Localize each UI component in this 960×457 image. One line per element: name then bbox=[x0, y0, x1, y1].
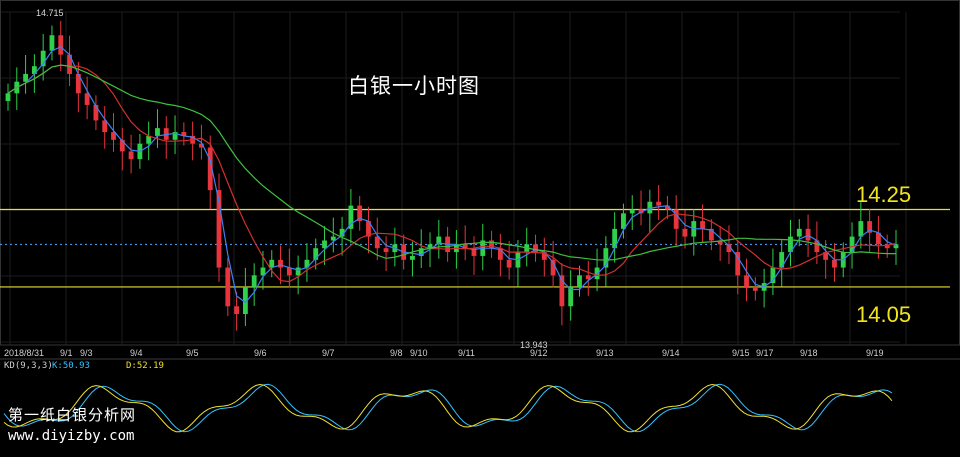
candle-body bbox=[251, 275, 257, 287]
candle-body bbox=[84, 93, 90, 105]
chart-stage: 2018/8/31 9/1 9/3 9/4 9/5 9/6 9/7 9/8 9/10 9/11 9/… bbox=[0, 0, 960, 457]
kd-d-line bbox=[3, 383, 893, 433]
x-tick-label: 9/8 bbox=[390, 348, 403, 358]
x-tick-label: 9/15 bbox=[732, 348, 750, 358]
candle-body bbox=[155, 128, 160, 136]
candle-body bbox=[858, 221, 864, 237]
candle-body bbox=[295, 267, 301, 276]
x-tick-label: 9/19 bbox=[866, 348, 884, 358]
candle-body bbox=[796, 228, 802, 237]
candle-body bbox=[49, 35, 55, 51]
x-tick-label: 9/18 bbox=[800, 348, 818, 358]
candle-body bbox=[752, 286, 758, 291]
x-tick-label: 9/5 bbox=[186, 348, 199, 358]
kd-d-value: D:52.19 bbox=[126, 361, 164, 371]
x-tick-label: 9/4 bbox=[130, 348, 143, 358]
candle-body bbox=[234, 306, 240, 315]
x-tick-label: 9/13 bbox=[596, 348, 614, 358]
candle-body bbox=[58, 35, 64, 55]
x-tick-label: 2018/8/31 bbox=[4, 348, 44, 358]
plot-border bbox=[0, 0, 960, 346]
kd-indicator-name: KD(9,3,3) bbox=[4, 361, 53, 371]
x-tick-label: 9/10 bbox=[410, 348, 428, 358]
candle-body bbox=[269, 259, 275, 268]
kd-k-line bbox=[3, 383, 893, 433]
candle-body bbox=[700, 221, 705, 229]
candle-body bbox=[286, 267, 292, 276]
candle-body bbox=[225, 267, 231, 307]
support-label: 14.05 bbox=[856, 302, 912, 327]
x-tick-label: 9/7 bbox=[322, 348, 335, 358]
candle-body bbox=[506, 259, 512, 268]
candle-body bbox=[322, 240, 327, 249]
x-tick-label: 9/6 bbox=[254, 348, 267, 358]
chart-title: 白银一小时图 bbox=[348, 74, 480, 98]
candle-body bbox=[656, 201, 662, 206]
candle-body bbox=[744, 275, 749, 287]
candle-body bbox=[410, 255, 415, 260]
x-tick-label: 9/14 bbox=[662, 348, 680, 358]
watermark-url: www.diyizby.com bbox=[8, 428, 135, 444]
candle-body bbox=[128, 151, 134, 160]
high-annotation: 14.715 bbox=[36, 8, 64, 18]
resistance-label: 14.25 bbox=[856, 182, 912, 207]
candle-body bbox=[832, 259, 837, 268]
candle-body bbox=[5, 93, 11, 102]
candle-body bbox=[577, 275, 582, 287]
low-annotation: 13.943 bbox=[520, 340, 548, 350]
candle-body bbox=[374, 236, 380, 249]
x-tick-label: 9/17 bbox=[756, 348, 774, 358]
watermark-name: 第一纸白银分析网 bbox=[8, 406, 137, 424]
candle-body bbox=[629, 209, 635, 214]
x-tick-label: 9/3 bbox=[80, 348, 93, 358]
candle-body bbox=[805, 228, 811, 241]
candle-body bbox=[383, 248, 389, 253]
kd-k-value: K:50.93 bbox=[52, 361, 90, 371]
x-tick-label: 9/11 bbox=[458, 348, 475, 358]
candle-body bbox=[278, 259, 283, 268]
x-tick-label: 9/1 bbox=[60, 348, 73, 358]
candle-body bbox=[682, 228, 688, 237]
price-chart: 2018/8/31 9/1 9/3 9/4 9/5 9/6 9/7 9/8 9/10 9/11 9/… bbox=[0, 0, 960, 433]
